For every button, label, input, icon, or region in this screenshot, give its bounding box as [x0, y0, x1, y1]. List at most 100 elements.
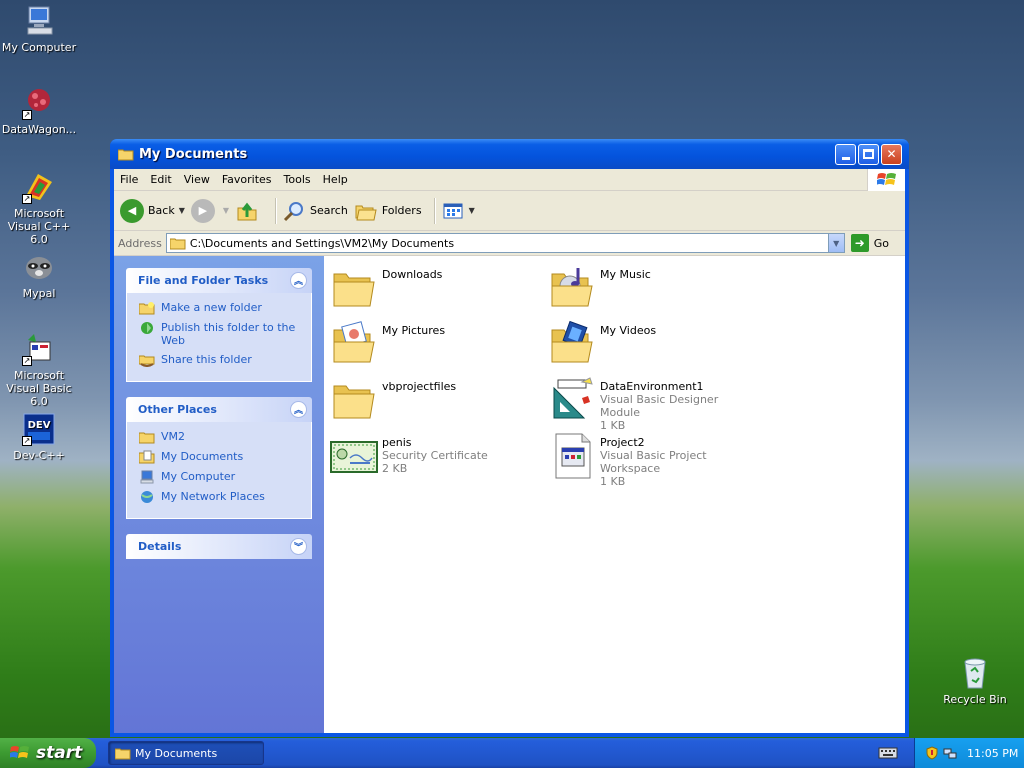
maximize-button[interactable]	[858, 143, 879, 165]
folder-icon	[114, 747, 131, 760]
desktop-icon-visual-basic[interactable]: ↗ Microsoft Visual Basic 6.0	[0, 332, 78, 408]
up-folder-icon	[235, 199, 259, 223]
file-list: Downloads My Music My Pictures My Videos	[324, 256, 905, 733]
menu-view[interactable]: View	[178, 173, 216, 186]
up-folder-button[interactable]	[235, 199, 263, 223]
address-dropdown-icon[interactable]: ▼	[827, 234, 844, 252]
place-label: My Network Places	[161, 490, 265, 503]
window-titlebar[interactable]: My Documents ✕	[110, 139, 909, 169]
file-type: Visual Basic Designer Module	[600, 393, 719, 419]
forward-button[interactable]: ▶ ▼	[190, 198, 229, 223]
place-my-network-places[interactable]: My Network Places	[139, 490, 301, 504]
collapse-chevron-icon[interactable]: ︽	[290, 401, 307, 418]
taskbar-item-label: My Documents	[135, 746, 218, 760]
collapse-chevron-icon[interactable]: ︽	[290, 272, 307, 289]
minimize-button[interactable]	[835, 143, 856, 165]
place-vm2[interactable]: VM2	[138, 430, 301, 444]
folder-icon	[117, 148, 134, 161]
file-size: 1 KB	[600, 475, 626, 488]
file-item-dataenvironment1[interactable]: DataEnvironment1 Visual Basic Designer M…	[548, 376, 758, 432]
file-size: 1 KB	[600, 419, 626, 432]
place-my-documents[interactable]: My Documents	[138, 450, 301, 464]
details-panel: Details ︾	[126, 534, 312, 559]
forward-dropdown-icon[interactable]: ▼	[223, 206, 229, 215]
panel-title: File and Folder Tasks	[138, 274, 269, 287]
desktop-icon-visual-cpp[interactable]: ↗ Microsoft Visual C++ 6.0	[0, 170, 78, 246]
panel-header[interactable]: Details ︾	[126, 534, 312, 559]
search-label: Search	[310, 204, 348, 217]
place-my-computer[interactable]: My Computer	[139, 470, 301, 484]
task-share-folder[interactable]: Share this folder	[138, 353, 301, 367]
file-item-certificate[interactable]: penis Security Certificate 2 KB	[330, 432, 540, 480]
folders-icon	[354, 199, 378, 223]
file-type: Security Certificate	[382, 449, 488, 462]
desktop-icon-recycle-bin[interactable]: Recycle Bin	[936, 656, 1014, 706]
computer-icon	[139, 470, 155, 484]
back-button[interactable]: ◀ Back ▼	[120, 198, 185, 223]
close-button[interactable]: ✕	[881, 143, 902, 165]
taskbar: start My Documents 11:05 PM	[0, 738, 1024, 768]
menu-favorites[interactable]: Favorites	[216, 173, 278, 186]
panel-header[interactable]: Other Places ︽	[126, 397, 312, 422]
file-item-project2[interactable]: Project2 Visual Basic Project Workspace …	[548, 432, 758, 488]
toolbar-separator	[433, 197, 435, 224]
videos-folder-icon	[548, 320, 596, 368]
place-label: My Documents	[161, 450, 244, 463]
clock: 11:05 PM	[967, 746, 1019, 760]
file-item-downloads[interactable]: Downloads	[330, 264, 540, 312]
taskbar-item-my-documents[interactable]: My Documents	[108, 741, 264, 765]
documents-icon	[138, 450, 155, 464]
music-folder-icon	[548, 264, 596, 312]
menu-tools[interactable]: Tools	[278, 173, 317, 186]
expand-chevron-icon[interactable]: ︾	[290, 538, 307, 555]
file-name: vbprojectfiles	[382, 380, 457, 393]
toolbar-separator	[275, 197, 277, 224]
back-dropdown-icon[interactable]: ▼	[179, 206, 185, 215]
desktop-icon-datawagon[interactable]: ↗ DataWagon...	[0, 86, 78, 136]
visual-cpp-icon: ↗	[22, 170, 56, 204]
menu-edit[interactable]: Edit	[144, 173, 177, 186]
network-icon[interactable]	[943, 746, 957, 760]
desktop-icon-my-computer[interactable]: My Computer	[0, 4, 78, 54]
folders-button[interactable]: Folders	[354, 199, 422, 223]
desktop-icon-devcpp[interactable]: DEV ↗ Dev-C++	[0, 412, 78, 462]
file-item-my-music[interactable]: My Music	[548, 264, 758, 312]
address-bar: Address C:\Documents and Settings\VM2\My…	[114, 231, 905, 256]
file-item-vbprojectfiles[interactable]: vbprojectfiles	[330, 376, 540, 424]
vb-project-icon	[548, 432, 596, 480]
views-dropdown-icon[interactable]: ▼	[469, 206, 475, 215]
menu-file[interactable]: File	[114, 173, 144, 186]
start-button[interactable]: start	[0, 738, 96, 768]
panel-header[interactable]: File and Folder Tasks ︽	[126, 268, 312, 293]
task-pane: File and Folder Tasks ︽ Make a new folde…	[114, 256, 324, 733]
panel-title: Other Places	[138, 403, 217, 416]
keyboard-icon[interactable]	[878, 746, 898, 760]
file-name: My Music	[600, 268, 651, 281]
file-item-my-videos[interactable]: My Videos	[548, 320, 758, 368]
search-button[interactable]: Search	[282, 199, 348, 223]
folder-icon	[169, 237, 186, 250]
views-icon	[441, 199, 465, 223]
pictures-folder-icon	[330, 320, 378, 368]
desktop-icon-label: Microsoft Visual Basic 6.0	[6, 369, 72, 408]
toolbar: ◀ Back ▼ ▶ ▼ Search Folders ▼	[114, 191, 905, 231]
other-places-panel: Other Places ︽ VM2 My Documents My Compu…	[126, 397, 312, 519]
folder-icon	[330, 376, 378, 424]
computer-icon	[22, 4, 56, 38]
security-shield-icon[interactable]	[925, 746, 939, 760]
views-button[interactable]: ▼	[441, 199, 475, 223]
place-label: My Computer	[161, 470, 236, 483]
file-size: 2 KB	[382, 462, 408, 475]
desktop-icon-mypal[interactable]: Mypal	[0, 250, 78, 300]
address-input[interactable]: C:\Documents and Settings\VM2\My Documen…	[165, 233, 845, 253]
network-icon	[139, 490, 155, 504]
go-button[interactable]: ➜ Go	[850, 234, 889, 252]
maximize-icon	[863, 149, 874, 159]
task-label: Share this folder	[161, 353, 252, 366]
devcpp-icon: DEV ↗	[22, 412, 56, 446]
task-make-new-folder[interactable]: Make a new folder	[138, 301, 301, 315]
task-publish-to-web[interactable]: Publish this folder to the Web	[139, 321, 301, 347]
address-label: Address	[118, 236, 162, 250]
menu-help[interactable]: Help	[317, 173, 354, 186]
file-item-my-pictures[interactable]: My Pictures	[330, 320, 540, 368]
